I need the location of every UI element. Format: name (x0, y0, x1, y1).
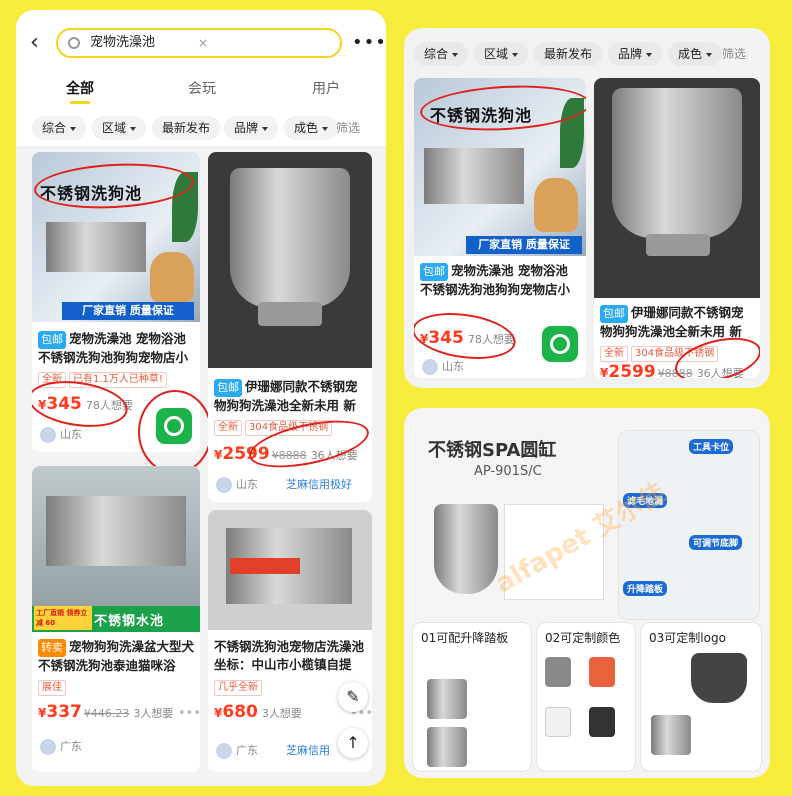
seller-location: 山东 (40, 426, 82, 443)
product-title: 包邮 宠物洗澡池 宠物浴池 不锈钢洗狗池狗狗宠物店小 (420, 263, 571, 297)
zoomed-results-screen: 综合 区域 最新发布 品牌 成色 筛选 不锈钢洗狗池 厂家直销 质量保证 包邮宠… (404, 28, 770, 388)
product-tags: 展佳 (38, 680, 69, 696)
search-icon (68, 37, 80, 49)
search-bar-area: ‹ 宠物洗澡池 × ••• (16, 10, 386, 70)
clear-icon[interactable]: × (198, 30, 208, 56)
product-title: 不锈钢洗狗池宠物店洗澡池 坐标：中山市小榄镇自提 (214, 639, 365, 672)
filter-chip[interactable]: 品牌 (608, 42, 663, 66)
product-price: ¥680 3人想要 (214, 702, 302, 722)
avatar (216, 743, 232, 759)
seller-location: 广东 (40, 738, 82, 755)
more-options-icon[interactable]: ••• (178, 706, 200, 721)
tab-users[interactable]: 用户 (312, 78, 340, 98)
option-box: 01可配升降踏板 (412, 622, 532, 772)
filter-more-button[interactable]: 筛选 (722, 42, 746, 66)
product-card[interactable]: 包邮伊珊娜同款不锈钢宠物狗狗洗澡池全新未用 新款 全新304食品级不锈钢 ¥25… (208, 152, 372, 502)
tab-bar: 全部 会玩 用户 (16, 70, 386, 110)
product-card[interactable]: 包邮伊珊娜同款不锈钢宠物狗狗洗澡池全新未用 新款 全新304食品级不锈钢 ¥25… (594, 78, 760, 378)
credit-badge: 芝麻信用 (286, 744, 330, 757)
app-icon[interactable] (542, 326, 578, 362)
seller-location: 山东 (216, 476, 258, 493)
tab-huiwan[interactable]: 会玩 (188, 78, 216, 98)
feature-panel: 工具卡位 滤毛地漏 可调节底脚 升降踏板 (618, 430, 760, 620)
app-icon[interactable] (156, 408, 192, 444)
product-card[interactable]: 不锈钢洗狗池 厂家直销 质量保证 包邮 宠物洗澡池 宠物浴池 不锈钢洗狗池狗狗宠物… (414, 78, 586, 378)
image-banner: 厂家直销 质量保证 (466, 236, 582, 254)
product-tags: 几乎全新 (214, 680, 265, 696)
image-banner: 厂家直销 质量保证 (62, 302, 194, 320)
product-card[interactable]: 不锈钢水池 工厂直销 领券立减 60 转卖 宠物狗狗洗澡盆大型犬不锈钢洗狗池泰迪猫… (32, 466, 200, 772)
search-input[interactable]: 宠物洗澡池 × (56, 28, 342, 58)
feature-label: 可调节底脚 (689, 535, 743, 550)
promo-badge: 工厂直销 领券立减 60 (34, 606, 92, 630)
product-title: 包邮伊珊娜同款不锈钢宠物狗狗洗澡池全新未用 新款 (600, 305, 744, 339)
feature-label: 升降踏板 (623, 581, 668, 596)
credit-badge: 芝麻信用极好 (286, 478, 352, 491)
filter-chip[interactable]: 成色 (668, 42, 723, 66)
filter-bar: 综合 区域 最新发布 品牌 成色 筛选 (16, 110, 386, 146)
seller-location: 山东 (422, 358, 464, 375)
product-title: 包邮伊珊娜同款不锈钢宠物狗狗洗澡池全新未用 新款 (214, 379, 358, 413)
search-query: 宠物洗澡池 (90, 35, 156, 50)
product-image: 不锈钢水池 工厂直销 领券立减 60 (32, 466, 200, 632)
spec-model: AP-901S/C (474, 464, 542, 479)
option-box: 02可定制颜色 (536, 622, 636, 772)
product-title: 转卖 宠物狗狗洗澡盆大型犬不锈钢洗狗池泰迪猫咪浴 (38, 639, 194, 673)
main-search-screen: ‹ 宠物洗澡池 × ••• 全部 会玩 用户 综合 区域 最新发布 品牌 成色 … (16, 10, 386, 786)
product-image (208, 152, 372, 368)
product-spec-image: 不锈钢SPA圆缸 AP-901S/C 工具卡位 滤毛地漏 可调节底脚 升降踏板 … (404, 408, 770, 778)
seller-location: 广东 (216, 742, 258, 759)
filter-chip[interactable]: 最新发布 (534, 42, 603, 66)
red-annotation-circle (414, 306, 519, 366)
product-price: ¥337 ¥446.23 3人想要 (38, 702, 174, 722)
scroll-top-icon[interactable]: ↑ (338, 728, 368, 758)
filter-chip[interactable]: 最新发布 (152, 116, 221, 140)
image-overlay-text: 不锈钢水池 (94, 614, 165, 629)
back-icon[interactable]: ‹ (30, 32, 39, 54)
product-image (594, 78, 760, 298)
tub-drawing (434, 504, 498, 594)
avatar (40, 739, 56, 755)
spec-title: 不锈钢SPA圆缸 (428, 440, 557, 461)
filter-chip[interactable]: 成色 (284, 116, 339, 140)
filter-chip[interactable]: 综合 (32, 116, 87, 140)
filter-bar: 综合 区域 最新发布 品牌 成色 筛选 (404, 36, 770, 72)
filter-chip[interactable]: 区域 (474, 42, 529, 66)
filter-chip[interactable]: 综合 (414, 42, 469, 66)
product-title: 包邮 宠物洗澡池 宠物浴池 不锈钢洗狗池狗狗宠物店小 (38, 331, 189, 365)
filter-chip[interactable]: 区域 (92, 116, 147, 140)
product-image (208, 510, 372, 630)
avatar (422, 359, 438, 375)
option-box: 03可定制logo (640, 622, 762, 772)
avatar (216, 477, 232, 493)
tab-all[interactable]: 全部 (66, 78, 94, 104)
filter-more-button[interactable]: 筛选 (336, 116, 360, 140)
filter-chip[interactable]: 品牌 (224, 116, 279, 140)
avatar (40, 427, 56, 443)
feature-label: 工具卡位 (689, 439, 734, 454)
compose-icon[interactable]: ✎ (338, 682, 368, 712)
more-icon[interactable]: ••• (352, 32, 386, 53)
